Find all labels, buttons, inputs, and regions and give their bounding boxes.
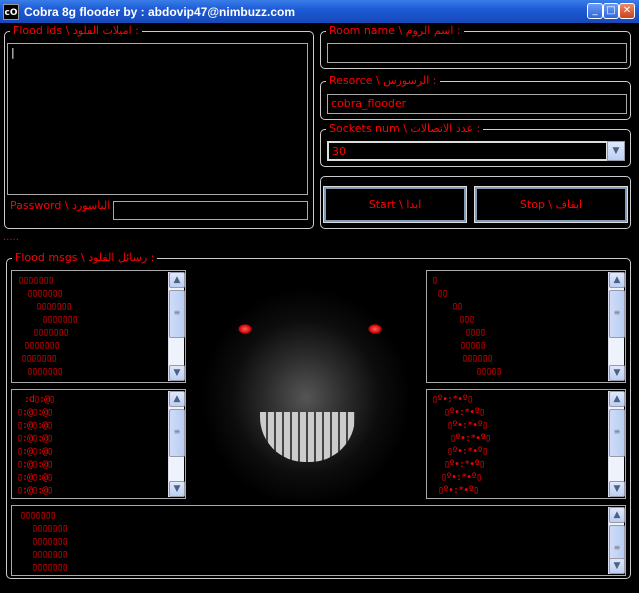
right-eye [368,324,382,334]
message-line: ▯▯▯▯▯▯▯ [18,275,54,286]
message-line: ▯▯▯▯▯▯▯ [32,536,68,547]
flood-msgs-label: Flood msgs \ رسائل الفلود : [12,251,158,264]
room-input[interactable] [327,43,627,63]
message-line: ▯▯▯▯▯▯▯ [32,523,68,534]
scrollbar[interactable]: ▲ ≡ ▼ [608,391,625,497]
start-button[interactable]: Start \ ابدا [323,186,467,223]
maximize-button[interactable]: □ [603,3,619,19]
scrollbar[interactable]: ▲ ≡ ▼ [608,507,625,574]
message-line: ▯▯▯▯▯▯▯ [20,510,56,521]
scroll-down-icon[interactable]: ▼ [609,558,625,574]
scroll-up-icon[interactable]: ▲ [609,391,625,407]
scroll-up-icon[interactable]: ▲ [609,272,625,288]
message-line: ▯▯▯▯▯▯▯ [33,327,69,338]
flood-msg-box-1[interactable]: ▯▯▯▯▯▯▯ ▯▯▯▯▯▯▯ ▯▯▯▯▯▯▯ ▯▯▯▯▯▯▯ ▯▯▯▯▯▯▯ ▯▯▯▯▯… [11,270,186,383]
close-button[interactable]: ✕ [619,3,635,19]
message-line: ▯º•:*•º▯ [441,472,482,483]
message-line: ▯:@▯:@▯ [17,407,53,418]
scroll-thumb[interactable]: ≡ [609,409,625,457]
message-line: ▯º•:*•º▯ [447,420,488,431]
message-line: ▯▯ [452,301,463,312]
message-line: ▯:@▯:@▯ [17,472,53,483]
scrollbar[interactable]: ▲ ≡ ▼ [608,272,625,381]
message-line: ▯º•:*•º▯ [450,433,491,444]
teeth [260,412,355,462]
message-line: ▯▯ [437,288,448,299]
password-label: Password \ الباسورد : [10,199,118,212]
message-line: ▯▯▯▯▯▯ [462,353,493,364]
scrollbar[interactable]: ▲ ≡ ▼ [168,272,185,381]
message-line: :d▯:@▯ [24,394,55,405]
message-line: ▯▯▯▯▯▯▯ [21,353,57,364]
app-icon: cO [3,3,19,20]
flood-ids-textarea[interactable]: | [7,43,308,195]
message-line: ▯:@▯:@▯ [17,485,53,496]
stop-button[interactable]: Stop \ ايقاف [474,186,628,223]
password-input[interactable] [113,201,308,220]
flood-msg-box-3[interactable]: :d▯:@▯ ▯:@▯:@▯ ▯:@▯:@▯ ▯:@▯:@▯ ▯:@▯:@▯ ▯:@▯:@… [11,389,186,499]
message-line: ▯▯▯▯▯ [460,340,486,351]
left-eye [238,324,252,334]
message-line: ▯▯▯ [459,314,475,325]
scroll-up-icon[interactable]: ▲ [169,272,185,288]
message-line: ▯:@▯:@▯ [17,459,53,470]
demon-face-image [190,272,422,500]
scrollbar[interactable]: ▲ ≡ ▼ [168,391,185,497]
message-line: ▯▯▯▯▯▯▯ [27,366,63,377]
title-bar: cO Cobra 8g flooder by : abdovip47@nimbu… [0,0,639,23]
scroll-down-icon[interactable]: ▼ [609,365,625,381]
flood-msg-box-4[interactable]: ▯º•:*•º▯ ▯º•:*•º▯ ▯º•:*•º▯ ▯º•:*•º▯ ▯º•:*•º▯… [426,389,626,499]
window-title: Cobra 8g flooder by : abdovip47@nimbuzz.… [24,4,296,19]
scroll-thumb[interactable]: ≡ [169,409,185,457]
message-line: ▯▯▯▯▯▯▯ [42,314,78,325]
scroll-up-icon[interactable]: ▲ [169,391,185,407]
message-line: ▯:@▯:@▯ [17,420,53,431]
message-line: ▯º•:*•º▯ [444,407,485,418]
scroll-down-icon[interactable]: ▼ [169,481,185,497]
dropdown-arrow-icon[interactable]: ▼ [607,141,625,161]
message-line: ▯▯▯▯▯▯▯ [32,549,68,560]
message-line: ▯º•:*•º▯ [432,394,473,405]
message-line: ▯:@▯:@▯ [17,446,53,457]
resource-input[interactable]: cobra_flooder [327,94,627,114]
minimize-button[interactable]: _ [587,3,603,19]
message-line: ▯▯▯▯▯▯▯ [24,340,60,351]
message-line: ▯ [432,275,438,286]
scroll-up-icon[interactable]: ▲ [609,507,625,523]
room-label: Room name \ اسم الروم : [326,24,464,37]
scroll-down-icon[interactable]: ▼ [169,365,185,381]
sockets-select[interactable]: 30 [327,141,608,161]
message-line: ▯▯▯▯▯▯▯ [32,562,68,573]
message-line: ▯▯▯▯▯ [476,366,502,377]
message-line: ▯▯▯▯▯▯▯ [36,301,72,312]
message-line: ▯▯▯▯ [465,327,486,338]
sockets-label: Sockets num \ عدد الاتصالات : [326,122,484,135]
flood-ids-label: Flood ids \ اميلات الفلود : [10,24,142,37]
scroll-thumb[interactable]: ≡ [169,290,185,338]
status-text: ..... [3,232,19,243]
scroll-thumb[interactable]: ≡ [609,290,625,338]
message-line: ▯:@▯:@▯ [17,433,53,444]
resource-label: Resorce \ الرسورس : [326,74,440,87]
message-line: ▯º•:*•º▯ [447,446,488,457]
message-line: ▯º•:*•º▯ [444,459,485,470]
message-line: ▯º•:*•º▯ [438,485,479,496]
flood-msg-box-5[interactable]: ▯▯▯▯▯▯▯ ▯▯▯▯▯▯▯ ▯▯▯▯▯▯▯ ▯▯▯▯▯▯▯ ▯▯▯▯▯▯▯ ▲ ≡ ▼ [11,505,626,576]
flood-msg-box-2[interactable]: ▯ ▯▯ ▯▯ ▯▯▯ ▯▯▯▯ ▯▯▯▯▯ ▯▯▯▯▯▯ ▯▯▯▯▯ ▲ ≡ ▼ [426,270,626,383]
scroll-down-icon[interactable]: ▼ [609,481,625,497]
message-line: ▯▯▯▯▯▯▯ [27,288,63,299]
